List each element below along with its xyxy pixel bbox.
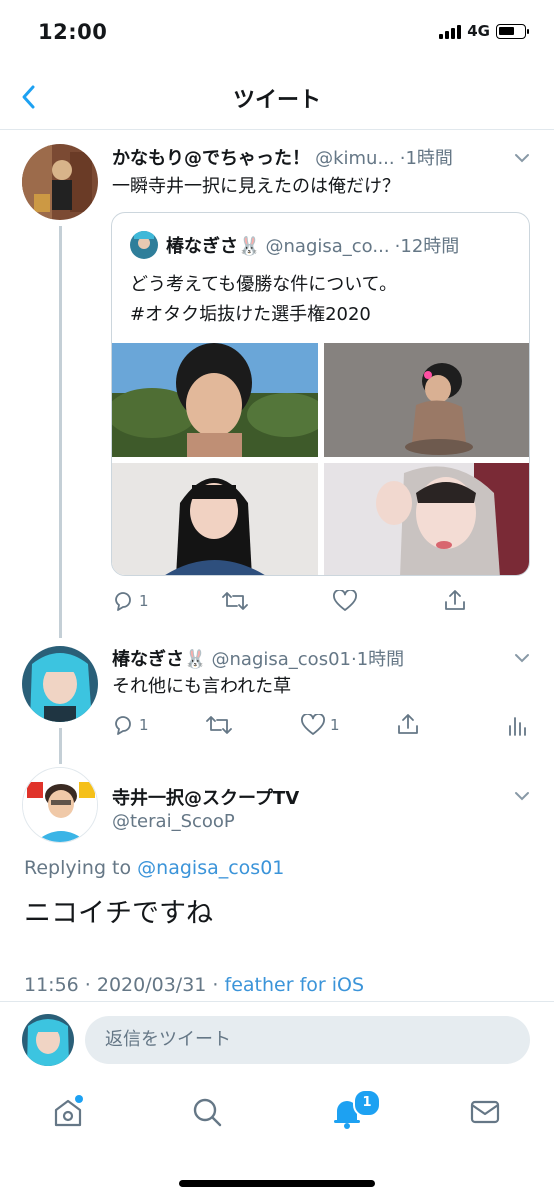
share-icon[interactable] — [396, 712, 420, 736]
tweet1-reply-count: 1 — [139, 592, 149, 610]
quote-name: 椿なぎさ🐰 — [166, 236, 261, 257]
chevron-down-icon[interactable] — [514, 153, 530, 163]
quote-avatar — [130, 231, 158, 259]
tweet1-text: 一瞬寺井一択に見えたのは俺だけ？ — [112, 176, 400, 197]
avatar-nagisa[interactable] — [22, 646, 98, 722]
thread-line-2 — [59, 728, 62, 764]
retweet-icon[interactable] — [206, 714, 232, 736]
tweet2-reply-button[interactable]: 1 — [112, 714, 149, 736]
quoted-tweet[interactable]: 椿なぎさ🐰 @nagisa_co... ·12時間 どう考えても優勝な件について… — [111, 212, 530, 576]
photo-gutter-h — [112, 457, 529, 463]
tweet1-handle: @kimu... — [315, 148, 395, 169]
main-tweet-timestamp: 11:56 · 2020/03/31 · — [24, 974, 219, 996]
reply-input[interactable]: 返信をツイート — [85, 1016, 530, 1064]
thread-line — [59, 226, 62, 638]
tweet2-like-button[interactable]: 1 — [301, 714, 340, 736]
divider — [0, 1001, 554, 1002]
like-icon — [301, 714, 325, 735]
tweet2-reply-count: 1 — [139, 716, 149, 734]
tweet2-text: それ他にも言われた草 — [112, 676, 292, 697]
quote-time: ·12時間 — [394, 236, 460, 257]
my-avatar[interactable] — [22, 1014, 74, 1066]
messages-icon[interactable] — [469, 1095, 501, 1129]
main-tweet-text: ニコイチですね — [24, 898, 213, 929]
tweet2-handle: @nagisa_cos01 — [211, 649, 351, 670]
tweet1-header: かなもり@でちゃった！ @kimu... ·1時間 — [112, 144, 452, 170]
tweet2-time: ·1時間 — [350, 649, 405, 670]
main-tweet-name[interactable]: 寺井一択@スクープTV — [112, 784, 299, 810]
network-label: 4G — [467, 22, 490, 40]
reply-icon — [115, 592, 131, 611]
status-icons: 4G — [439, 22, 529, 40]
quote-photo-2[interactable] — [324, 343, 529, 457]
tweet2-name[interactable]: 椿なぎさ🐰 — [112, 649, 206, 670]
home-indicator — [179, 1180, 375, 1187]
reply-icon — [115, 716, 131, 735]
tweet1-time: ·1時間 — [399, 148, 452, 169]
tweet1-name[interactable]: かなもり@でちゃった！ — [112, 148, 310, 169]
search-icon[interactable] — [191, 1095, 223, 1129]
quote-photo-1[interactable] — [112, 343, 318, 457]
avatar-terai[interactable] — [22, 767, 98, 843]
avatar-kanamori[interactable] — [22, 144, 98, 220]
tweet1-reply-button[interactable]: 1 — [112, 590, 149, 612]
quote-text-line1: どう考えても優勝な件について。 — [130, 274, 398, 295]
main-tweet-source[interactable]: feather for iOS — [225, 974, 365, 996]
quote-photo-3[interactable] — [112, 463, 318, 575]
battery-icon — [496, 23, 529, 39]
quote-handle: @nagisa_co... — [265, 236, 390, 257]
quote-header: 椿なぎさ🐰 @nagisa_co... ·12時間 — [166, 232, 521, 258]
retweet-icon[interactable] — [222, 590, 248, 612]
tweet2-header: 椿なぎさ🐰 @nagisa_cos01·1時間 — [112, 645, 502, 671]
quote-hashtag[interactable]: #オタク垢抜けた選手権2020 — [130, 301, 371, 329]
nav-divider — [0, 129, 554, 130]
like-icon[interactable] — [333, 590, 357, 612]
replying-to-prefix: Replying to — [24, 857, 132, 879]
status-time: 12:00 — [38, 20, 108, 44]
analytics-icon[interactable] — [507, 714, 527, 736]
page-title: ツイート — [232, 88, 321, 113]
notification-badge: 1 — [353, 1089, 381, 1117]
chevron-down-icon[interactable] — [514, 791, 530, 801]
chevron-down-icon[interactable] — [514, 653, 530, 663]
replying-to-link[interactable]: @nagisa_cos01 — [137, 857, 284, 879]
quote-photo-4[interactable] — [324, 463, 529, 575]
tweet-meta: 11:56 · 2020/03/31 · feather for iOS — [24, 974, 364, 996]
share-icon[interactable] — [443, 588, 467, 612]
replying-to: Replying to @nagisa_cos01 — [24, 857, 284, 879]
signal-icon — [439, 24, 462, 39]
tweet2-like-count: 1 — [330, 716, 340, 734]
home-icon[interactable] — [52, 1095, 84, 1129]
main-tweet-handle: @terai_ScooP — [112, 811, 235, 832]
